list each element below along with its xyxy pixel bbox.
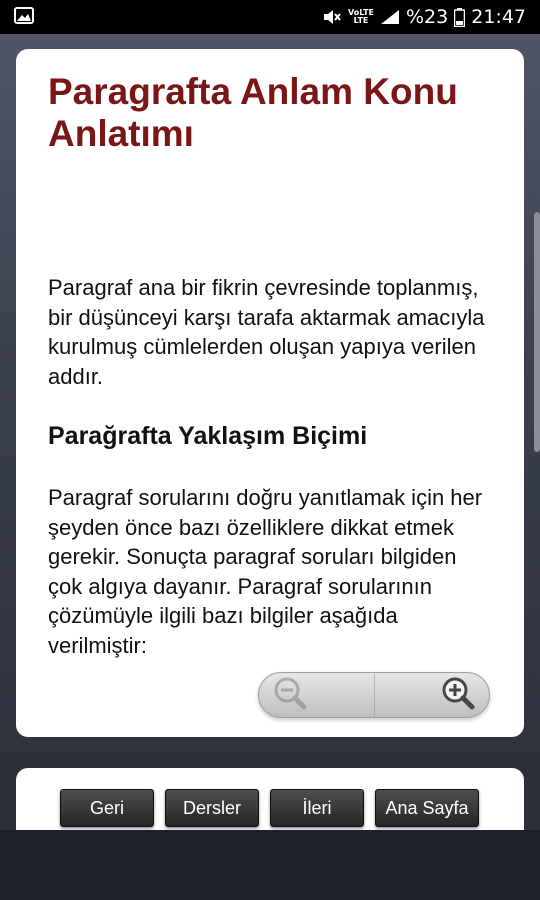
intro-paragraph: Paragraf ana bir fikrin çevresinde topla… (48, 275, 485, 389)
battery-percent: %23 (406, 6, 449, 28)
mute-icon (322, 8, 342, 26)
section-paragraph: Paragraf sorularını doğru yanıtlamak içi… (48, 485, 483, 658)
battery-icon (454, 7, 466, 27)
lessons-button[interactable]: Dersler (165, 789, 259, 827)
zoom-in-icon (441, 676, 475, 715)
section-heading: Parağrafta Yaklaşım Biçimi (48, 422, 368, 450)
page-title: Paragrafta Anlam Konu Anlatımı (48, 71, 458, 154)
signal-icon (380, 9, 400, 25)
clock: 21:47 (471, 6, 526, 28)
home-button[interactable]: Ana Sayfa (375, 789, 479, 827)
volte-icon: VoLTE LTE (348, 9, 374, 25)
zoom-out-button[interactable] (259, 673, 375, 717)
back-button[interactable]: Geri (60, 789, 154, 827)
forward-button[interactable]: İleri (270, 789, 364, 827)
scrollbar[interactable] (534, 212, 540, 452)
zoom-out-icon (273, 676, 307, 715)
bottom-nav-panel: Geri Dersler İleri Ana Sayfa (0, 752, 540, 830)
zoom-control (258, 672, 490, 718)
image-icon (14, 6, 34, 28)
content-card[interactable]: Paragrafta Anlam Konu Anlatımı Paragraf … (16, 49, 524, 737)
lte-label: LTE (353, 16, 369, 25)
status-bar: VoLTE LTE %23 21:47 (0, 0, 540, 34)
zoom-in-button[interactable] (375, 673, 490, 717)
footer-bar (0, 830, 540, 900)
